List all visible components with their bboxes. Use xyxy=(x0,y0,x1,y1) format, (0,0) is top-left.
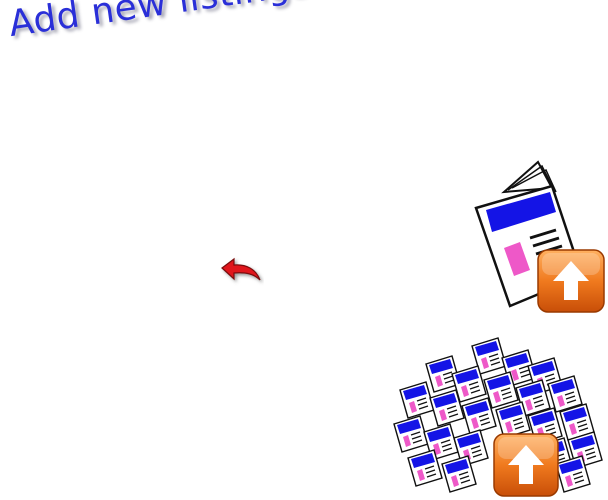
single-listing-upload-button[interactable] xyxy=(470,148,608,318)
upload-arrow-icon xyxy=(537,249,605,313)
page-title: Add new listings xyxy=(6,0,312,45)
bulk-listings-upload-button[interactable] xyxy=(388,320,608,500)
back-arrow-icon[interactable] xyxy=(218,256,264,290)
upload-arrow-icon xyxy=(493,433,559,497)
